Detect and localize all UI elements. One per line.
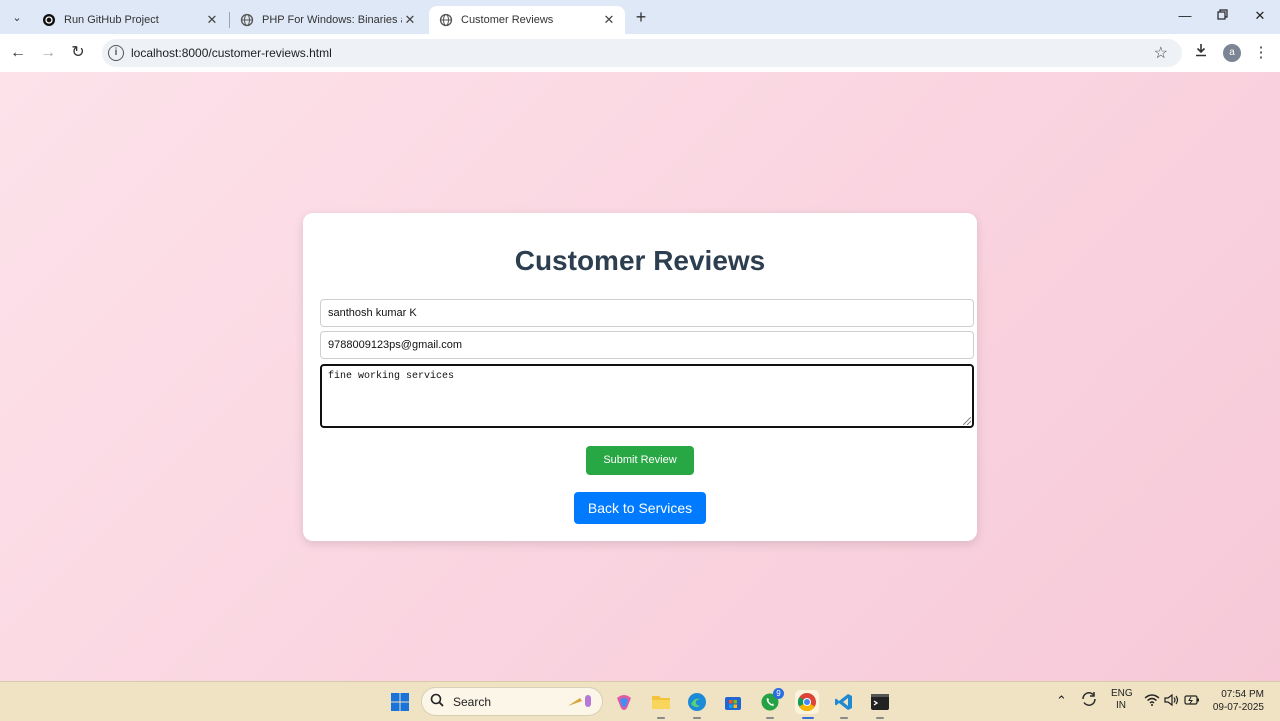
running-indicator <box>657 717 665 719</box>
email-input[interactable]: 9788009123ps@gmail.com <box>320 331 974 359</box>
bookmark-star-icon[interactable]: ☆ <box>1154 43 1168 63</box>
language-indicator[interactable]: ENG IN <box>1111 688 1133 712</box>
windows-start-icon[interactable] <box>388 690 412 714</box>
submit-review-button[interactable]: Submit Review <box>586 446 694 475</box>
new-tab-button[interactable]: + <box>631 7 651 27</box>
tab-label: Run GitHub Project <box>64 14 159 26</box>
review-textarea[interactable]: fine working services <box>320 364 974 428</box>
globe-icon <box>439 13 453 27</box>
running-indicator <box>840 717 848 719</box>
forward-arrow-icon[interactable]: → <box>37 42 59 64</box>
clock-time: 07:54 PM <box>1221 689 1264 700</box>
tab-label: PHP For Windows: Binaries and <box>262 14 402 26</box>
store-icon[interactable] <box>721 690 745 714</box>
language-bottom: IN <box>1116 700 1126 711</box>
file-explorer-icon[interactable] <box>649 690 673 714</box>
back-to-services-button[interactable]: Back to Services <box>574 492 706 524</box>
site-info-icon[interactable]: i <box>108 45 124 61</box>
page-background: Customer Reviews santhosh kumar K 978800… <box>0 72 1280 681</box>
close-icon[interactable]: ✕ <box>402 12 418 28</box>
tab-strip: ⌄ Run GitHub Project ✕ PHP For Windows: … <box>0 0 1280 34</box>
address-bar[interactable]: i localhost:8000/customer-reviews.html ☆ <box>102 39 1182 67</box>
chevron-down-icon: ⌄ <box>12 11 22 24</box>
page-title: Customer Reviews <box>514 245 766 276</box>
search-label: Search <box>453 695 492 709</box>
search-highlight-icon <box>566 692 596 713</box>
volume-icon[interactable] <box>1164 693 1180 710</box>
search-icon <box>430 693 444 710</box>
wifi-icon[interactable] <box>1144 693 1160 710</box>
minimize-button[interactable]: — <box>1173 6 1197 26</box>
url-text: localhost:8000/customer-reviews.html <box>131 46 332 60</box>
review-card: Customer Reviews santhosh kumar K 978800… <box>303 213 977 541</box>
close-icon[interactable]: ✕ <box>601 12 617 28</box>
tab-label: Customer Reviews <box>461 14 554 26</box>
taskbar: Search 9 ⌃ ENG IN 07:54 PM 09-07-2025 <box>0 681 1280 721</box>
back-arrow-icon[interactable]: ← <box>7 42 29 64</box>
download-icon[interactable] <box>1190 42 1212 64</box>
chrome-icon[interactable] <box>795 690 819 714</box>
copilot-icon[interactable] <box>612 690 636 714</box>
running-indicator <box>766 717 774 719</box>
restore-icon <box>1216 9 1228 20</box>
tab-php-for-windows[interactable]: PHP For Windows: Binaries and ✕ <box>230 6 426 34</box>
edge-icon[interactable] <box>685 690 709 714</box>
language-top: ENG <box>1111 688 1133 699</box>
restore-button[interactable] <box>1210 6 1234 26</box>
running-indicator <box>876 717 884 719</box>
reload-icon[interactable]: ↻ <box>67 42 89 64</box>
openai-icon <box>42 13 56 27</box>
review-text: fine working services <box>328 371 455 382</box>
name-input[interactable]: santhosh kumar K <box>320 299 974 327</box>
globe-icon <box>240 13 254 27</box>
sync-icon[interactable] <box>1080 690 1098 711</box>
close-window-button[interactable]: ✕ <box>1248 6 1272 26</box>
active-indicator <box>802 717 814 719</box>
browser-toolbar: ← → ↻ i localhost:8000/customer-reviews.… <box>0 34 1280 73</box>
terminal-icon[interactable] <box>868 690 892 714</box>
vscode-icon[interactable] <box>832 690 856 714</box>
notification-badge: 9 <box>773 688 784 699</box>
kebab-menu-icon[interactable]: ⋮ <box>1250 42 1272 64</box>
profile-avatar[interactable]: a <box>1223 44 1241 62</box>
tab-search-button[interactable]: ⌄ <box>6 6 28 28</box>
chevron-up-icon[interactable]: ⌃ <box>1056 693 1067 709</box>
clock-date: 09-07-2025 <box>1212 702 1264 713</box>
tab-customer-reviews[interactable]: Customer Reviews ✕ <box>429 6 625 34</box>
taskbar-search[interactable]: Search <box>421 687 603 716</box>
clock[interactable]: 07:54 PM 09-07-2025 <box>1210 688 1264 714</box>
resize-handle-icon[interactable] <box>963 417 971 425</box>
close-icon[interactable]: ✕ <box>204 12 220 28</box>
tab-run-github-project[interactable]: Run GitHub Project ✕ <box>32 6 228 34</box>
battery-icon[interactable] <box>1184 694 1200 709</box>
running-indicator <box>693 717 701 719</box>
